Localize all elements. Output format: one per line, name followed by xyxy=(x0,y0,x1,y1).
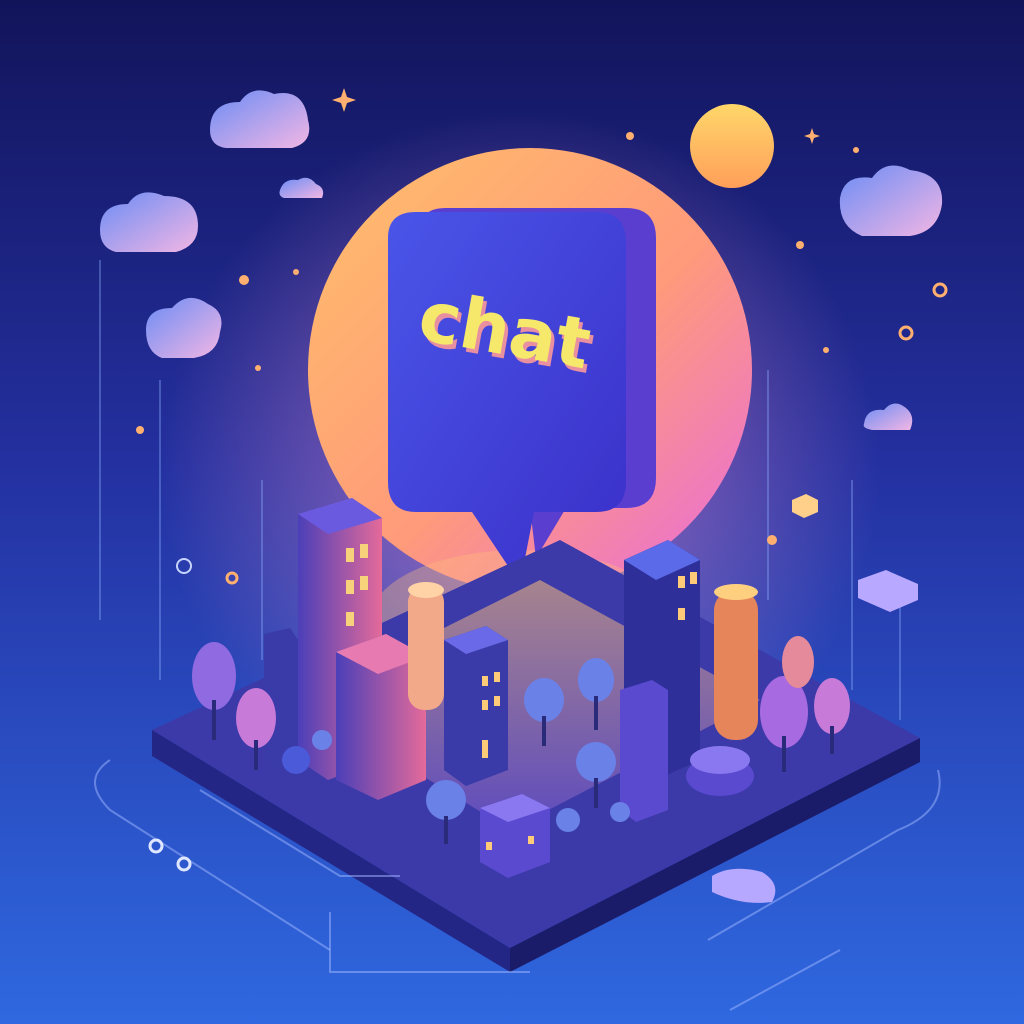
chat-city-illustration: chat chat xyxy=(0,0,1024,1024)
illustration: chat chat xyxy=(0,0,1024,1024)
sun-icon xyxy=(690,104,774,188)
